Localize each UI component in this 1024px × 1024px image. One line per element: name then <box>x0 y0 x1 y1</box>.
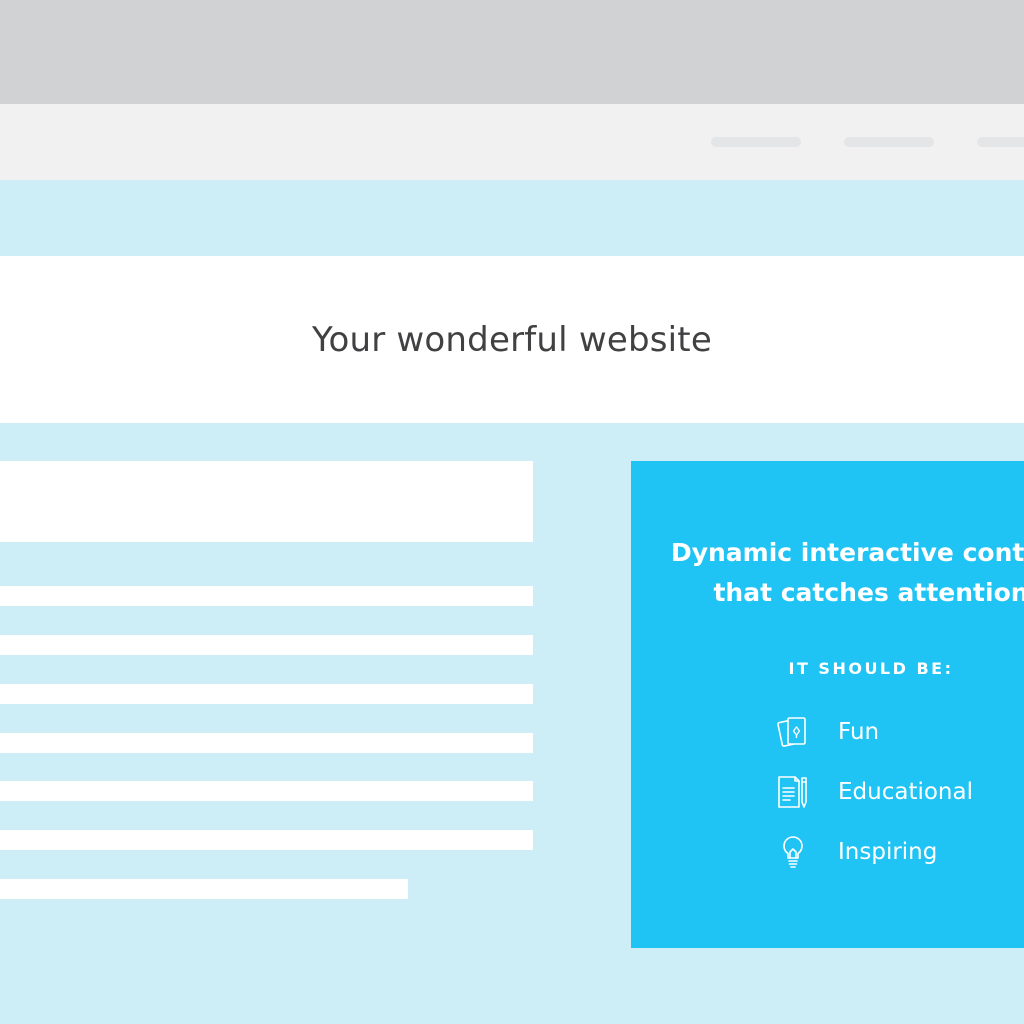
content-text-line-placeholder <box>0 781 533 801</box>
interactive-content-panel: Dynamic interactive content that catches… <box>631 461 1024 948</box>
content-text-line-placeholder <box>0 733 533 753</box>
content-text-line-placeholder <box>0 830 533 850</box>
page-title: Your wonderful website <box>312 319 712 360</box>
feature-item-educational: Educational <box>773 772 973 812</box>
content-text-line-placeholder <box>0 684 533 704</box>
nav-link-placeholder-2[interactable] <box>844 137 934 147</box>
content-text-line-placeholder <box>0 586 533 606</box>
content-heading-placeholder <box>0 461 533 542</box>
promo-heading: Dynamic interactive content that catches… <box>631 533 1024 613</box>
feature-item-fun: Fun <box>773 712 879 752</box>
feature-item-inspiring: Inspiring <box>773 832 937 872</box>
browser-chrome <box>0 0 1024 104</box>
hero-banner: Your wonderful website <box>0 256 1024 423</box>
nav-link-placeholder-3[interactable] <box>977 137 1024 147</box>
content-text-line-placeholder <box>0 635 533 655</box>
promo-subheading: IT SHOULD BE: <box>788 659 954 678</box>
cards-icon <box>773 712 813 752</box>
nav-link-placeholder-1[interactable] <box>711 137 801 147</box>
feature-label-fun: Fun <box>838 719 880 745</box>
feature-label-inspiring: Inspiring <box>838 839 938 865</box>
document-pencil-icon <box>773 772 813 812</box>
lightbulb-icon <box>773 832 813 872</box>
promo-heading-line-2: that catches attention <box>713 578 1024 607</box>
content-text-line-placeholder <box>0 879 408 899</box>
feature-label-educational: Educational <box>838 779 973 805</box>
promo-heading-line-1: Dynamic interactive content <box>670 538 1024 567</box>
website-mockup: Your wonderful website Dynamic interacti… <box>0 0 1024 1024</box>
